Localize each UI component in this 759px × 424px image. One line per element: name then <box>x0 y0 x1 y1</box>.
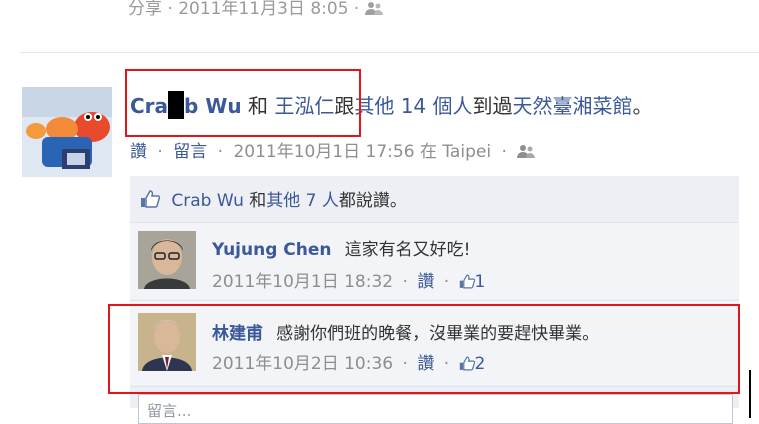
others-link[interactable]: 其他 14 個人 <box>354 94 472 118</box>
comment-input[interactable]: 留言... <box>138 394 733 424</box>
action-text: 到過 <box>472 94 513 118</box>
story-timestamp[interactable]: 2011年10月1日 17:56 <box>233 142 414 162</box>
place-link[interactable]: 天然臺湘菜館 <box>513 94 633 118</box>
comment-timestamp[interactable]: 2011年10月1日 18:32 <box>212 272 393 292</box>
comment-text: 這家有名又好吃! <box>344 240 471 260</box>
other-likers-link[interactable]: 其他 7 人 <box>266 191 339 211</box>
comment-meta: 2011年10月1日 18:32 · 讚 · 1 <box>212 272 486 292</box>
thumbs-up-icon <box>140 190 171 211</box>
share-link[interactable]: 分享 <box>128 0 162 19</box>
commenter-avatar[interactable] <box>138 231 196 289</box>
story-divider <box>20 52 759 53</box>
location-link[interactable]: Taipei <box>442 142 491 162</box>
people-icon <box>517 142 536 162</box>
like-link[interactable]: 讚 <box>130 142 147 162</box>
liker-name-link[interactable]: Crab Wu <box>171 191 243 211</box>
scroll-edge <box>749 370 751 418</box>
comment-author-link[interactable]: Yujung Chen <box>212 240 332 260</box>
thumbs-up-icon <box>459 272 475 292</box>
annotation-box-comment <box>108 304 740 394</box>
previous-story-timestamp[interactable]: 2011年11月3日 8:05 <box>178 0 348 19</box>
comment-like-link[interactable]: 讚 <box>417 272 434 292</box>
annotation-box-actor <box>125 69 361 137</box>
comment-like-count[interactable]: 1 <box>475 272 486 292</box>
comment-item: Yujung Chen 這家有名又好吃! 2011年10月1日 18:32 · … <box>130 223 739 299</box>
people-icon <box>364 0 383 19</box>
comment-link[interactable]: 留言 <box>173 142 207 162</box>
previous-story-meta: 分享 · 2011年11月3日 8:05 · <box>128 0 383 19</box>
likes-summary: Crab Wu 和其他 7 人都說讚。 <box>140 186 407 211</box>
story-meta: 讚 · 留言 · 2011年10月1日 17:56 在 Taipei · <box>130 137 536 162</box>
story-author-avatar[interactable] <box>22 87 112 177</box>
